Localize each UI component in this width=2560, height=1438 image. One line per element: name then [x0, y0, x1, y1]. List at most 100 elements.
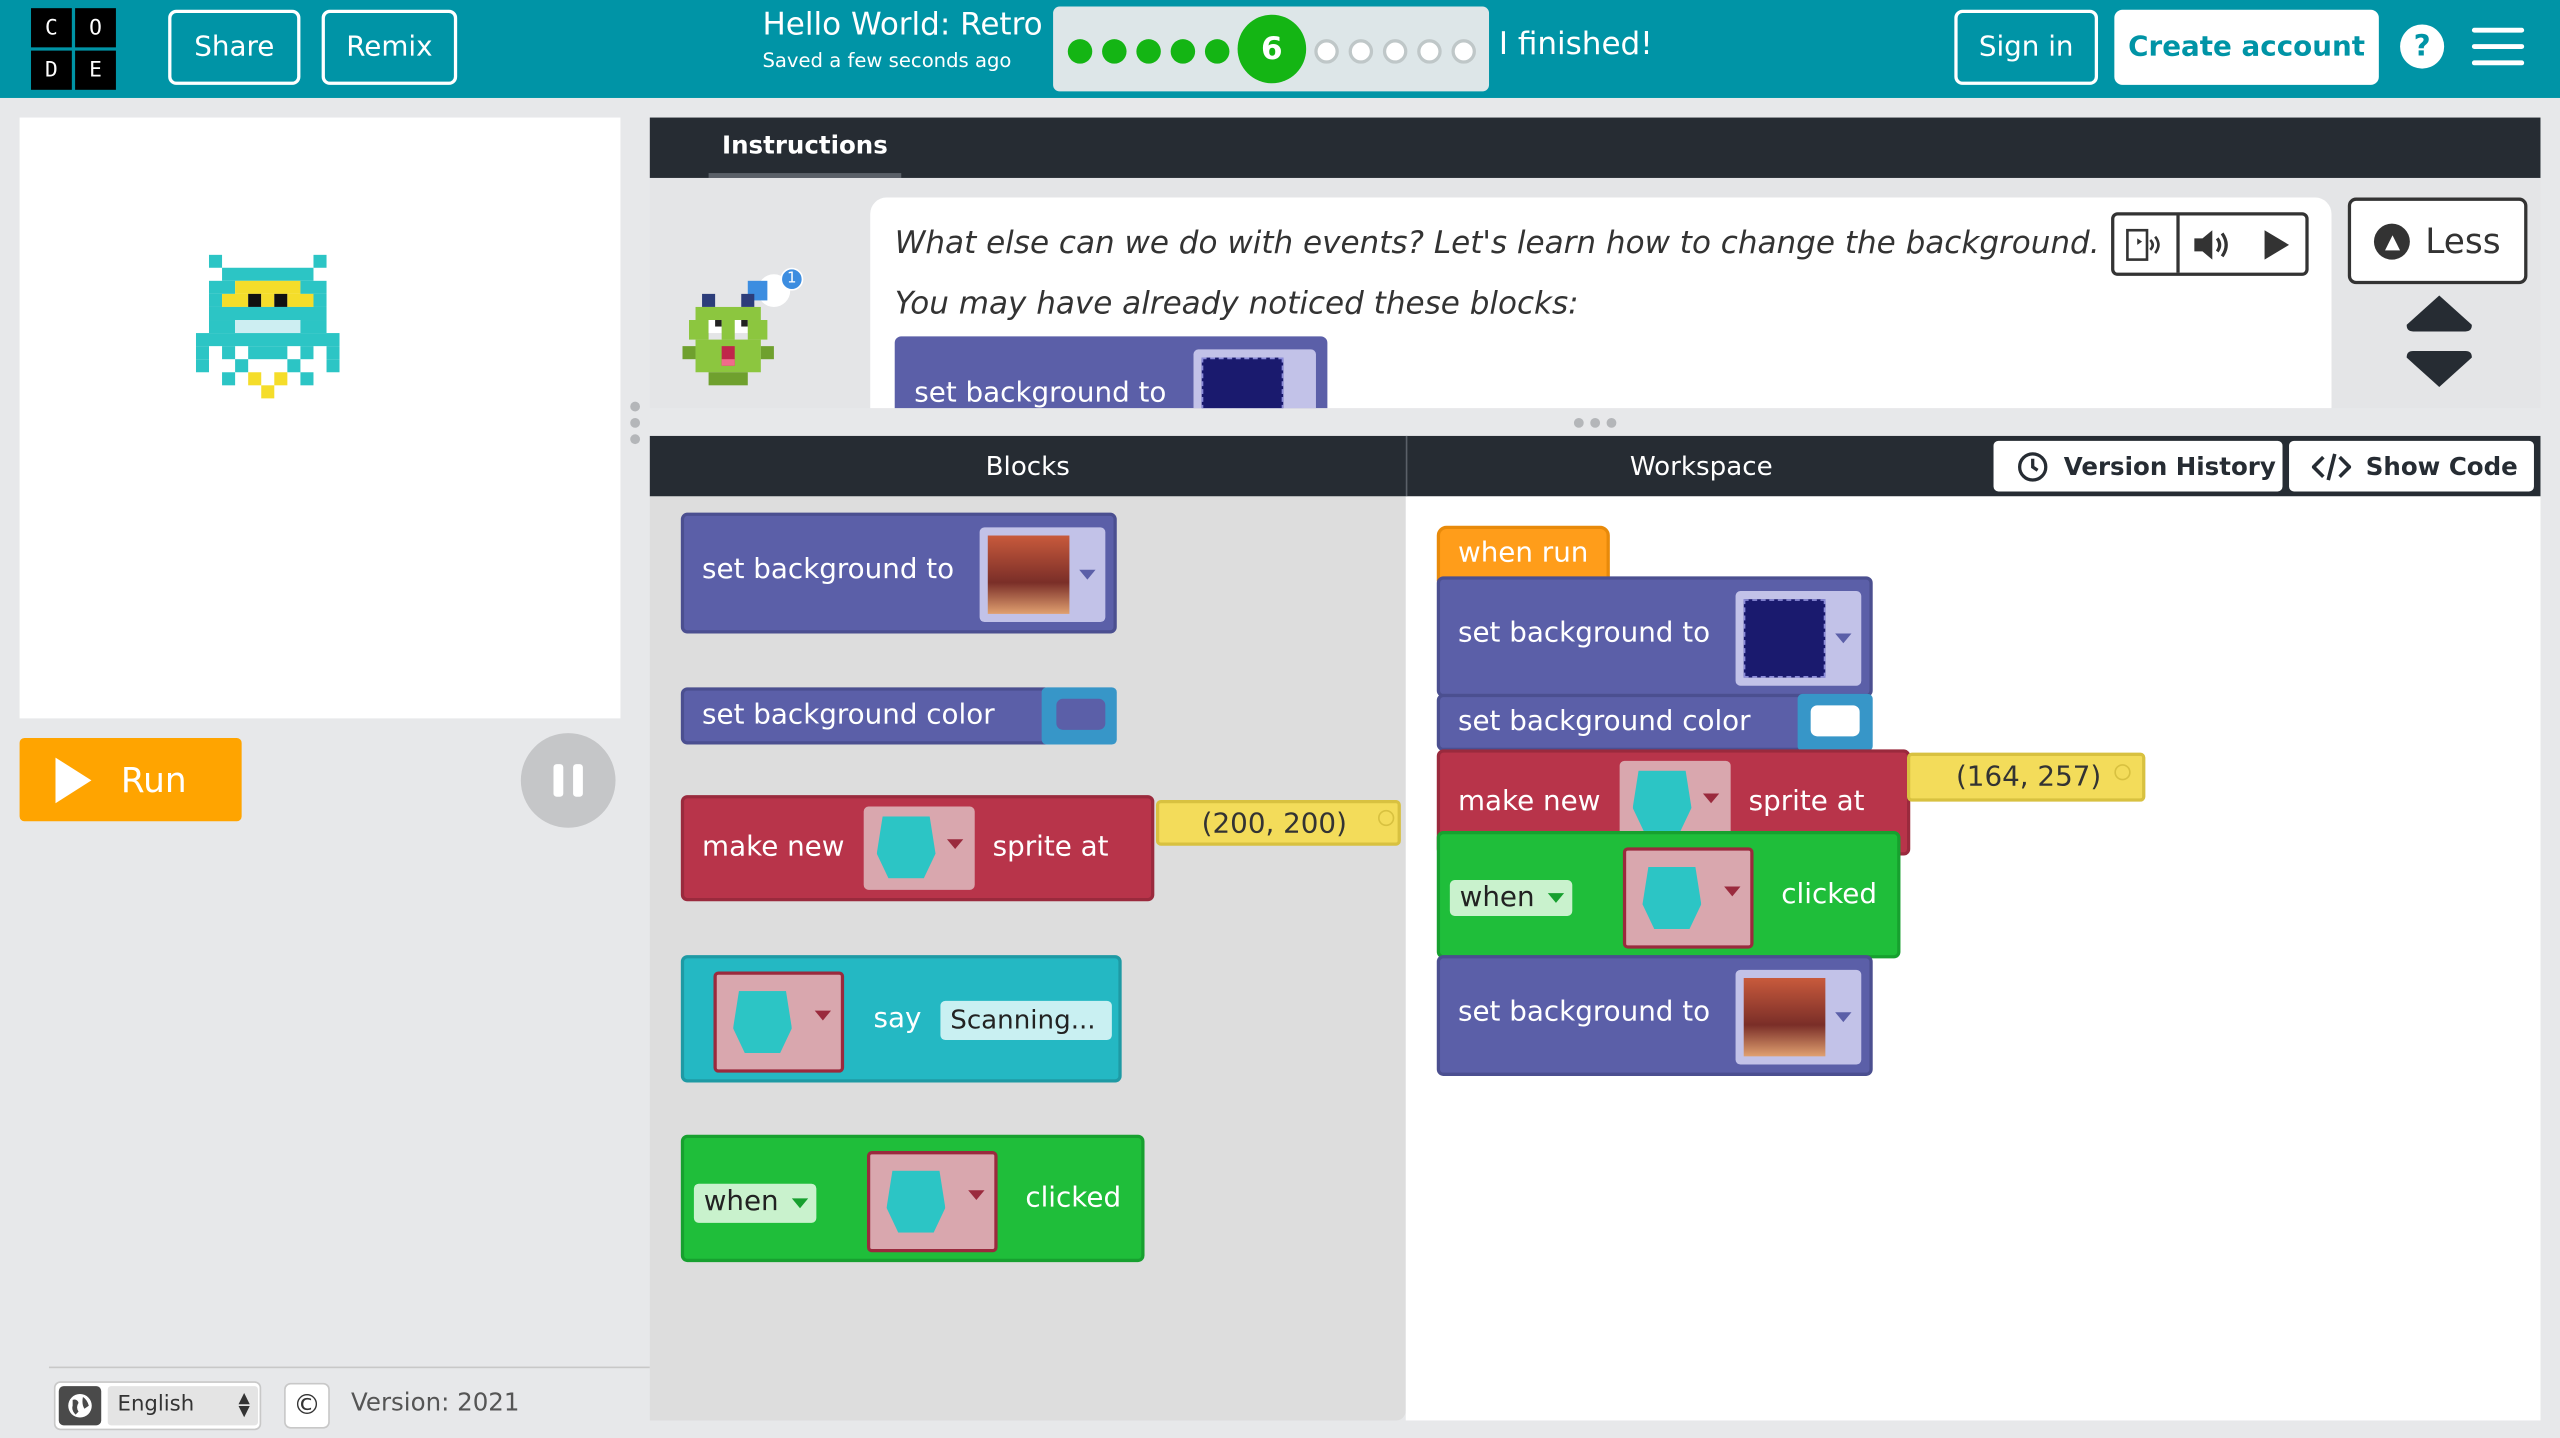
color-swatch[interactable] [1056, 698, 1106, 730]
set-background-color-block[interactable]: set background color [1436, 693, 1811, 752]
set-background-block[interactable]: set background to [1436, 576, 1873, 698]
when-sprite-clicked-block[interactable]: when clicked [1436, 831, 1901, 959]
less-label: Less [2425, 221, 2501, 261]
sprite-dropdown[interactable] [866, 1151, 998, 1253]
remix-button[interactable]: Remix [321, 9, 458, 85]
event-type-dropdown[interactable]: when [1449, 880, 1573, 916]
horizontal-resize-handle[interactable] [1572, 416, 1618, 429]
block-label: set background color [1458, 705, 1751, 738]
when-run-block[interactable]: when run [1436, 525, 1610, 582]
footer-divider [48, 1366, 650, 1369]
level-dot-remaining[interactable] [1451, 39, 1476, 64]
set-background-block[interactable]: set background to [680, 512, 1117, 634]
alien-sprite-thumbnail [1632, 770, 1692, 833]
sprite-say-block[interactable]: say Scanning... [680, 955, 1122, 1083]
sign-in-button[interactable]: Sign in [1954, 9, 2099, 85]
coordinate-value: (200, 200) [1201, 808, 1347, 841]
audio-controls [2111, 212, 2309, 276]
block-preview: set background to [894, 336, 1328, 409]
block-label: set background to [1458, 617, 1711, 650]
tab-instructions[interactable]: Instructions [708, 118, 902, 178]
event-type-dropdown[interactable]: when [693, 1183, 817, 1223]
finished-link[interactable]: I finished! [1499, 26, 1653, 62]
color-swatch[interactable] [1810, 705, 1860, 737]
color-input-slot[interactable] [1041, 687, 1117, 745]
block-label: clicked [1781, 878, 1878, 912]
location-pin-icon [2114, 764, 2131, 781]
pause-icon [553, 764, 564, 797]
level-progress: 6 [1053, 6, 1490, 92]
code-logo[interactable]: C O D E [31, 8, 116, 90]
hint-badge[interactable]: 1 [780, 267, 804, 291]
workspace-header: Blocks Workspace Version History Show Co… [649, 435, 2541, 497]
version-history-button[interactable]: Version History [1993, 440, 2283, 492]
level-dot-remaining[interactable] [1348, 39, 1374, 64]
share-button[interactable]: Share [168, 9, 301, 85]
say-text-input[interactable]: Scanning... [940, 1000, 1112, 1041]
logo-letter: D [31, 50, 72, 90]
block-preview-label: set background to [914, 377, 1167, 409]
vertical-resize-handle[interactable] [629, 400, 642, 446]
set-background-color-block[interactable]: set background color [680, 687, 1052, 745]
code-workspace[interactable]: when run set background to set backgroun… [1405, 496, 2541, 1421]
logo-letter: E [75, 50, 116, 90]
when-sprite-clicked-block[interactable]: when clicked [680, 1134, 1145, 1263]
language-picker[interactable]: English ▲ ▼ [53, 1381, 262, 1431]
make-new-sprite-block[interactable]: make new sprite at [680, 795, 1155, 902]
sprite-dropdown[interactable] [1622, 847, 1754, 949]
sprite-dropdown[interactable] [863, 806, 975, 890]
sprite-dropdown[interactable] [713, 971, 845, 1073]
play-audio-icon[interactable] [2245, 216, 2305, 273]
block-label: say [873, 1002, 922, 1036]
block-label: when run [1458, 537, 1589, 570]
help-icon[interactable]: ? [2400, 24, 2445, 69]
location-pin-icon [1377, 809, 1395, 827]
read-aloud-icon[interactable] [2114, 215, 2180, 273]
create-account-button[interactable]: Create account [2114, 9, 2379, 85]
background-dropdown[interactable] [1735, 591, 1862, 686]
chevron-down-icon [1547, 893, 1565, 903]
instructions-header: Instructions [649, 117, 2541, 178]
color-input-slot[interactable] [1797, 693, 1873, 752]
blocks-toolbox: set background to set background color m… [649, 496, 1406, 1421]
level-dot-completed[interactable] [1170, 39, 1196, 64]
current-level-dot[interactable]: 6 [1237, 14, 1307, 84]
volume-icon[interactable] [2180, 216, 2245, 273]
background-thumbnail [1193, 349, 1316, 409]
pause-button[interactable] [520, 733, 616, 828]
set-background-block[interactable]: set background to [1436, 955, 1873, 1076]
level-dot-completed[interactable] [1204, 39, 1230, 64]
chevron-down-icon [1724, 886, 1741, 897]
block-label: make new [1458, 785, 1601, 818]
mars-background-image [1743, 977, 1826, 1057]
copyright-button[interactable]: © [284, 1382, 330, 1429]
play-icon [55, 756, 92, 803]
dropdown-value: when [1459, 881, 1535, 915]
background-dropdown[interactable] [979, 527, 1106, 623]
level-dot-remaining[interactable] [1417, 39, 1442, 64]
background-dropdown[interactable] [1735, 969, 1862, 1065]
coordinate-input[interactable]: (164, 257) [1906, 752, 2146, 802]
game-stage[interactable] [19, 117, 621, 719]
level-dot-completed[interactable] [1067, 39, 1093, 64]
show-code-button[interactable]: Show Code [2289, 440, 2534, 492]
level-dot-completed[interactable] [1102, 39, 1127, 64]
chevron-down-icon [1835, 633, 1852, 644]
show-code-label: Show Code [2365, 451, 2518, 481]
level-dot-completed[interactable] [1136, 39, 1161, 64]
chevron-down-icon [968, 1190, 985, 1201]
level-dot-remaining[interactable] [1382, 39, 1408, 64]
run-button[interactable]: Run [19, 737, 242, 822]
hamburger-menu-icon[interactable] [2471, 27, 2525, 67]
chevron-down-icon [814, 1010, 832, 1021]
logo-letter: C [31, 8, 72, 48]
less-button[interactable]: ▲ Less [2347, 197, 2528, 285]
resize-arrows-icon[interactable] [2406, 295, 2472, 387]
select-arrows-icon: ▲ ▼ [238, 1391, 250, 1421]
instruction-text: What else can we do with events? Let's l… [894, 225, 2100, 262]
globe-icon [58, 1386, 102, 1426]
language-select[interactable]: English ▲ ▼ [107, 1386, 258, 1426]
level-dot-remaining[interactable] [1314, 39, 1339, 64]
coordinate-input[interactable]: (200, 200) [1155, 800, 1401, 846]
block-label: clicked [1025, 1182, 1122, 1215]
